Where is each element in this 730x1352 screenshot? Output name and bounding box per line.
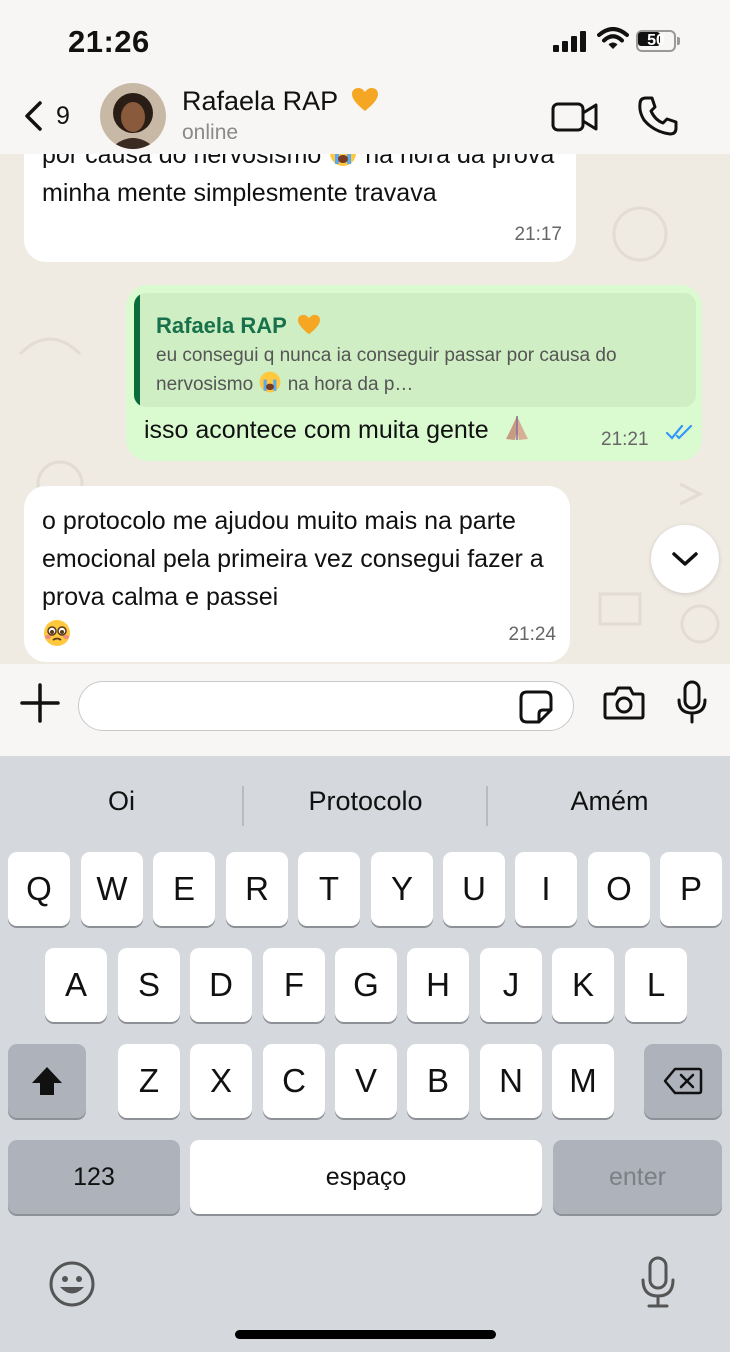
quote-author: Rafaela RAP — [156, 307, 321, 345]
key-r[interactable]: R — [226, 852, 288, 926]
ios-keyboard: Oi Protocolo Amém Q W E R T Y U I O P A … — [0, 756, 730, 1352]
wifi-icon — [597, 27, 629, 49]
key-j[interactable]: J — [480, 948, 542, 1022]
quote-text: eu consegui q nunca ia conseguir passar … — [156, 345, 617, 395]
attach-plus-button[interactable] — [20, 683, 60, 723]
key-g[interactable]: G — [335, 948, 397, 1022]
pleading-face-emoji — [44, 620, 70, 646]
quote-accent-bar — [134, 293, 140, 407]
key-w[interactable]: W — [81, 852, 143, 926]
back-button[interactable]: 9 — [22, 94, 92, 138]
message-text: o protocolo me ajudou muito mais na part… — [42, 502, 562, 654]
composer-bar — [0, 664, 730, 756]
shift-arrow-icon — [32, 1067, 62, 1095]
incoming-message[interactable]: o protocolo me ajudou muito mais na part… — [24, 486, 570, 662]
read-receipt-icon — [665, 424, 693, 440]
key-v[interactable]: V — [335, 1044, 397, 1118]
contact-avatar[interactable] — [100, 83, 166, 149]
whatsapp-chat-screen: 21:26 50 9 Rafaela RAP online por causa … — [0, 0, 730, 1352]
status-bar: 21:26 50 — [0, 0, 730, 80]
key-m[interactable]: M — [552, 1044, 614, 1118]
enter-key[interactable]: enter — [553, 1140, 722, 1214]
key-s[interactable]: S — [118, 948, 180, 1022]
outgoing-message[interactable]: Rafaela RAP eu consegui q nunca ia conse… — [126, 285, 702, 461]
key-p[interactable]: P — [660, 852, 722, 926]
suggestion-2[interactable]: Protocolo — [244, 786, 487, 817]
incoming-message[interactable]: por causa do nervosismo na hora da prova… — [24, 154, 576, 262]
voice-call-button[interactable] — [636, 94, 680, 138]
message-text: isso acontece com muita gente — [144, 411, 532, 449]
key-a[interactable]: A — [45, 948, 107, 1022]
key-k[interactable]: K — [552, 948, 614, 1022]
chevron-left-icon — [25, 101, 42, 131]
key-o[interactable]: O — [588, 852, 650, 926]
contact-name: Rafaela RAP — [182, 86, 338, 116]
shift-key[interactable] — [8, 1044, 86, 1118]
backspace-icon — [663, 1067, 703, 1095]
quoted-message[interactable]: Rafaela RAP eu consegui q nunca ia conse… — [134, 293, 696, 407]
backspace-key[interactable] — [644, 1044, 722, 1118]
key-t[interactable]: T — [298, 852, 360, 926]
key-b[interactable]: B — [407, 1044, 469, 1118]
yellow-heart-emoji — [297, 314, 320, 335]
status-time: 21:26 — [68, 24, 150, 59]
folded-hands-emoji — [505, 416, 528, 440]
loudly-crying-face-emoji — [260, 371, 281, 393]
message-text: por causa do nervosismo na hora da prova… — [42, 154, 572, 212]
key-x[interactable]: X — [190, 1044, 252, 1118]
key-i[interactable]: I — [515, 852, 577, 926]
key-y[interactable]: Y — [371, 852, 433, 926]
camera-button[interactable] — [603, 684, 645, 722]
key-e[interactable]: E — [153, 852, 215, 926]
chat-header: 9 Rafaela RAP online — [0, 80, 730, 154]
chat-messages[interactable]: por causa do nervosismo na hora da prova… — [0, 154, 730, 664]
space-key[interactable]: espaço — [190, 1140, 542, 1214]
home-indicator — [235, 1330, 496, 1339]
predictive-suggestions: Oi Protocolo Amém — [0, 756, 730, 852]
key-q[interactable]: Q — [8, 852, 70, 926]
sticker-icon[interactable] — [519, 690, 553, 724]
key-h[interactable]: H — [407, 948, 469, 1022]
scroll-to-bottom-button[interactable] — [651, 525, 719, 593]
key-c[interactable]: C — [263, 1044, 325, 1118]
message-input[interactable] — [78, 681, 574, 731]
dictation-microphone-icon[interactable] — [640, 1256, 676, 1310]
key-u[interactable]: U — [443, 852, 505, 926]
battery-level: 50 — [647, 32, 665, 49]
emoji-smiley-icon[interactable] — [48, 1260, 96, 1308]
battery-icon: 50 — [636, 30, 680, 52]
cellular-signal-icon — [553, 30, 589, 52]
contact-name-row[interactable]: Rafaela RAP — [182, 86, 379, 117]
message-time: 21:24 — [508, 624, 556, 645]
suggestion-3[interactable]: Amém — [488, 786, 730, 817]
key-z[interactable]: Z — [118, 1044, 180, 1118]
suggestion-1[interactable]: Oi — [0, 786, 243, 817]
chevron-down-icon — [672, 552, 698, 566]
video-call-button[interactable] — [551, 100, 599, 134]
contact-status: online — [182, 121, 239, 144]
unread-count: 9 — [56, 101, 70, 130]
message-time: 21:21 — [601, 429, 649, 450]
key-l[interactable]: L — [625, 948, 687, 1022]
key-d[interactable]: D — [190, 948, 252, 1022]
voice-message-button[interactable] — [676, 680, 708, 724]
key-f[interactable]: F — [263, 948, 325, 1022]
loudly-crying-face-emoji — [330, 154, 357, 166]
yellow-heart-emoji — [352, 88, 379, 111]
key-n[interactable]: N — [480, 1044, 542, 1118]
numbers-key[interactable]: 123 — [8, 1140, 180, 1214]
message-time: 21:17 — [514, 224, 562, 245]
